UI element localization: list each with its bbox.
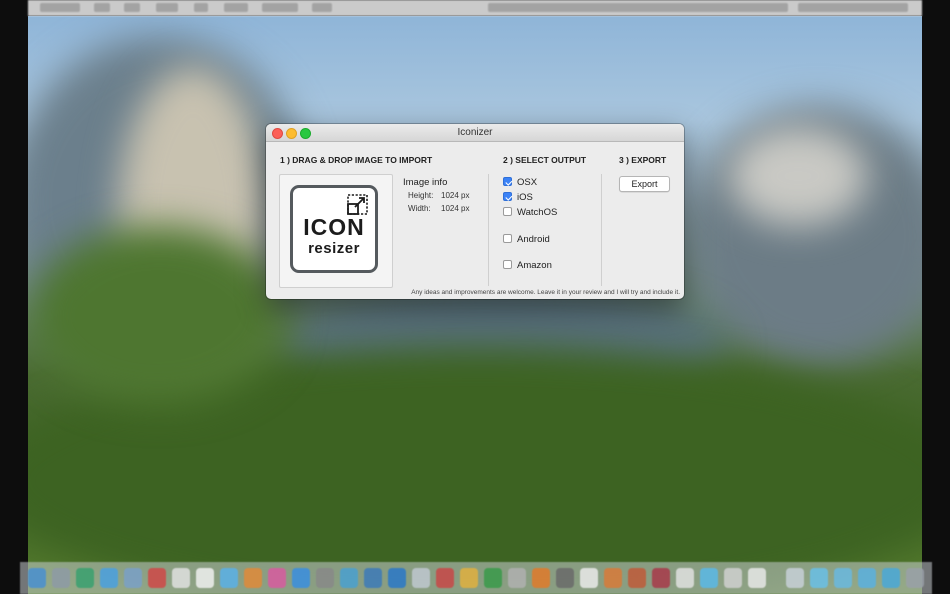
image-drop-zone[interactable]: ICON resizer: [279, 174, 393, 288]
import-section-heading: 1 ) DRAG & DROP IMAGE TO IMPORT: [280, 155, 433, 165]
dock-app-icon: [28, 568, 46, 588]
export-button[interactable]: Export: [619, 176, 670, 192]
watchos-checkbox[interactable]: [503, 207, 512, 216]
dock-app-icon: [484, 568, 502, 588]
menu-item-placeholder: [312, 3, 332, 12]
width-value: 1024 px: [441, 204, 470, 213]
dock-app-icon: [460, 568, 478, 588]
dock-folder-icon: [810, 568, 828, 588]
watchos-label: WatchOS: [517, 207, 558, 218]
icon-preview-word-resizer: resizer: [308, 240, 360, 257]
dock-app-icon: [748, 568, 766, 588]
dock-app-icon: [316, 568, 334, 588]
dock-app-icon: [220, 568, 238, 588]
dock-app-icon: [724, 568, 742, 588]
title-bar[interactable]: Iconizer: [266, 124, 684, 142]
feedback-note: Any ideas and improvements are welcome. …: [411, 289, 680, 296]
output-section-heading: 2 ) SELECT OUTPUT: [503, 155, 587, 165]
dock: [20, 562, 932, 594]
dock-folder-icon: [786, 568, 804, 588]
dock-app-icon: [604, 568, 622, 588]
menu-item-placeholder: [262, 3, 298, 12]
dock-app-icon: [652, 568, 670, 588]
dock-app-icon: [172, 568, 190, 588]
ios-checkbox[interactable]: [503, 192, 512, 201]
dock-app-icon: [676, 568, 694, 588]
dock-app-icon: [244, 568, 262, 588]
menu-item-placeholder: [94, 3, 110, 12]
osx-label: OSX: [517, 177, 538, 188]
status-icons-placeholder: [488, 3, 788, 12]
amazon-checkbox[interactable]: [503, 260, 512, 269]
dock-app-icon: [580, 568, 598, 588]
peak-snow: [728, 126, 868, 226]
menu-item-placeholder: [224, 3, 248, 12]
height-label: Height:: [408, 191, 434, 200]
dock-app-icon: [148, 568, 166, 588]
osx-checkbox[interactable]: [503, 177, 512, 186]
dock-app-icon: [340, 568, 358, 588]
dock-app-icon: [52, 568, 70, 588]
dock-app-icon: [364, 568, 382, 588]
height-value: 1024 px: [441, 191, 470, 200]
dock-app-icon: [532, 568, 550, 588]
clock-placeholder: [798, 3, 908, 12]
android-checkbox[interactable]: [503, 234, 512, 243]
dock-app-icon: [508, 568, 526, 588]
image-info-title: Image info: [403, 177, 448, 188]
resize-icon: [347, 194, 368, 215]
dock-app-icon: [556, 568, 574, 588]
menu-item-placeholder: [156, 3, 178, 12]
dock-app-icon: [628, 568, 646, 588]
menu-item-placeholder: [124, 3, 140, 12]
amazon-label: Amazon: [517, 260, 552, 271]
dock-app-icon: [76, 568, 94, 588]
desktop-wallpaper: [28, 16, 922, 594]
dock-app-icon: [100, 568, 118, 588]
iconizer-window: Iconizer 1 ) DRAG & DROP IMAGE TO IMPORT…: [266, 124, 684, 299]
dock-app-icon: [196, 568, 214, 588]
dock-app-icon: [436, 568, 454, 588]
android-label: Android: [517, 234, 550, 245]
ios-label: iOS: [517, 192, 533, 203]
icon-preview-word-icon: ICON: [303, 214, 365, 240]
dock-app-icon: [124, 568, 142, 588]
dock-app-icon: [700, 568, 718, 588]
dock-folder-icon: [858, 568, 876, 588]
dock-app-icon: [292, 568, 310, 588]
slope-trees: [28, 226, 288, 406]
dock-folder-icon: [882, 568, 900, 588]
dock-app-icon: [412, 568, 430, 588]
icon-resizer-preview: ICON resizer: [290, 185, 378, 273]
trash-icon: [906, 568, 924, 588]
menu-bar: [28, 0, 922, 16]
export-section-heading: 3 ) EXPORT: [619, 155, 667, 165]
dock-app-icon: [388, 568, 406, 588]
width-label: Width:: [408, 204, 431, 213]
section-divider: [601, 174, 602, 286]
section-divider: [488, 174, 489, 286]
dock-app-icon: [268, 568, 286, 588]
window-title: Iconizer: [457, 127, 493, 138]
menu-item-placeholder: [40, 3, 80, 12]
dock-folder-icon: [834, 568, 852, 588]
menu-item-placeholder: [194, 3, 208, 12]
